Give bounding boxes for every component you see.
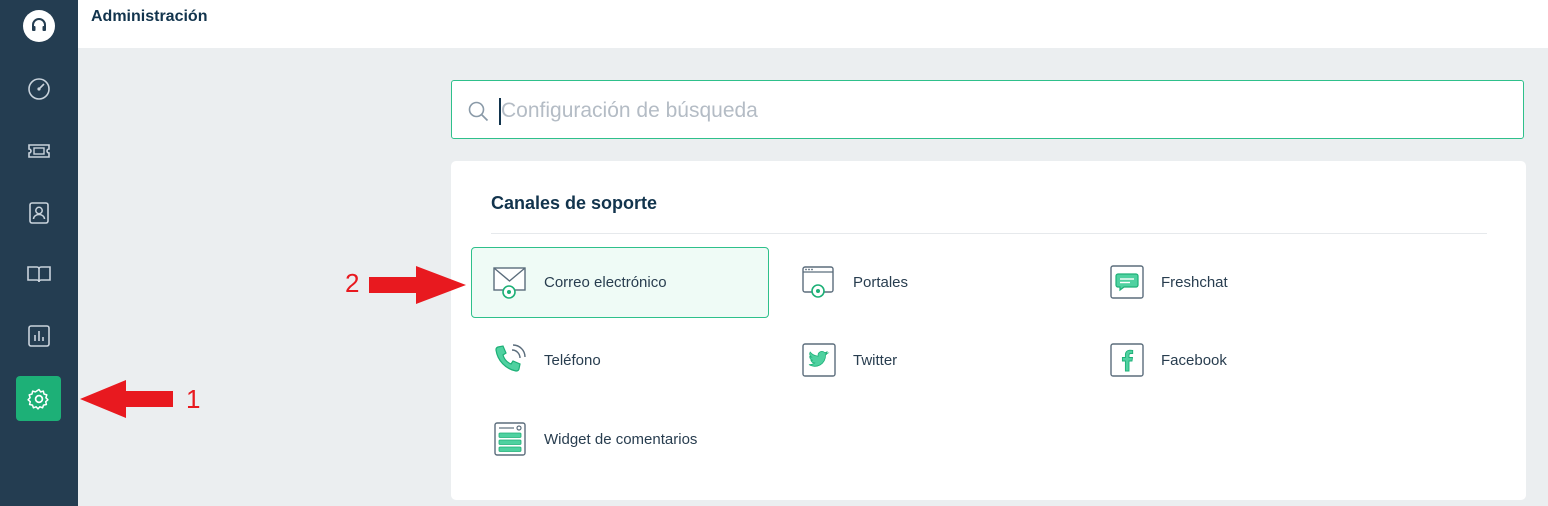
search-input[interactable] — [501, 93, 1501, 129]
feedback-widget-icon — [494, 422, 526, 456]
channel-label: Teléfono — [544, 352, 601, 369]
gear-icon[interactable] — [16, 376, 61, 421]
channel-phone[interactable]: Teléfono — [471, 325, 769, 396]
top-bar: Administración — [78, 0, 1548, 48]
annotation-arrow-2 — [369, 266, 466, 304]
channel-label: Correo electrónico — [544, 274, 667, 291]
portal-icon — [802, 266, 834, 298]
chat-icon — [1110, 265, 1144, 299]
annotation-label-2: 2 — [345, 268, 360, 298]
sidebar — [0, 0, 78, 506]
divider — [491, 233, 1487, 234]
channel-feedback-widget[interactable]: Widget de comentarios — [471, 404, 769, 475]
channel-label: Twitter — [853, 352, 898, 369]
channel-label: Portales — [853, 274, 909, 291]
reports-icon[interactable] — [16, 313, 61, 358]
channel-email[interactable]: Correo electrónico — [471, 247, 769, 318]
channel-label: Widget de comentarios — [544, 431, 698, 448]
channel-twitter[interactable]: Twitter — [780, 325, 1078, 396]
support-channels-card: Canales de soporte Correo electrónico Po… — [451, 161, 1526, 500]
search-box[interactable] — [451, 80, 1524, 139]
email-gear-icon — [493, 267, 526, 299]
channel-facebook[interactable]: Facebook — [1088, 325, 1386, 396]
dashboard-gauge-icon[interactable] — [16, 66, 61, 111]
page-title: Administración — [91, 8, 208, 25]
tickets-icon[interactable] — [16, 128, 61, 173]
section-title: Canales de soporte — [491, 193, 658, 213]
channel-label: Freshchat — [1161, 274, 1228, 291]
channel-label: Facebook — [1161, 352, 1227, 369]
knowledge-book-icon[interactable] — [16, 251, 61, 296]
channel-portals[interactable]: Portales — [780, 247, 1078, 318]
annotation-label-1: 1 — [186, 384, 201, 414]
channel-freshchat[interactable]: Freshchat — [1088, 247, 1386, 318]
twitter-icon — [802, 343, 836, 377]
contacts-icon[interactable] — [16, 190, 61, 235]
annotation-arrow-1 — [80, 380, 173, 418]
search-icon — [468, 101, 489, 122]
phone-icon — [495, 344, 526, 372]
facebook-icon — [1110, 343, 1144, 377]
headset-logo-icon[interactable] — [23, 10, 55, 42]
